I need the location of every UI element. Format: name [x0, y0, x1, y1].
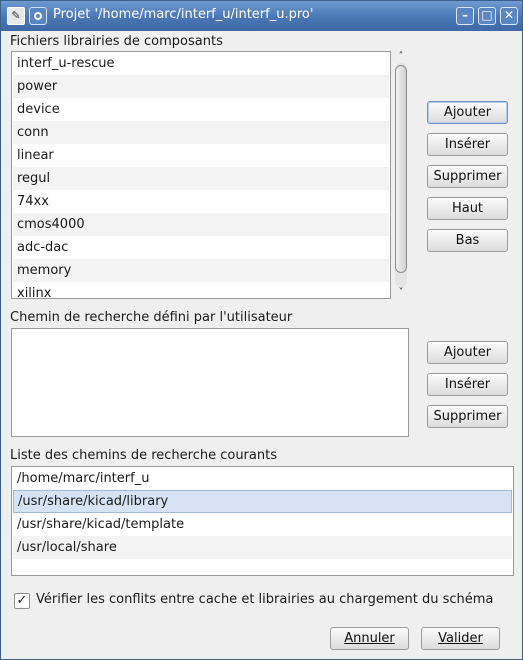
maximize-button[interactable]: □: [478, 7, 496, 25]
scroll-thumb[interactable]: [395, 65, 407, 273]
user-paths-list[interactable]: [11, 328, 409, 437]
cancel-button[interactable]: Annuler: [330, 627, 409, 650]
title-bar[interactable]: ✎ Projet '/home/marc/interf_u/interf_u.p…: [1, 1, 522, 31]
cancel-label: Annuler: [344, 631, 395, 646]
libraries-list[interactable]: interf_u-rescue power device conn linear…: [11, 51, 391, 299]
list-item[interactable]: linear: [13, 144, 389, 167]
list-item[interactable]: device: [13, 98, 389, 121]
libraries-label: Fichiers librairies de composants: [10, 34, 223, 49]
list-item[interactable]: /usr/local/share: [13, 536, 512, 559]
list-item[interactable]: regul: [13, 167, 389, 190]
list-item-selected[interactable]: /usr/share/kicad/library: [13, 490, 512, 513]
ok-button[interactable]: Valider: [421, 627, 500, 650]
library-insert-button[interactable]: Insérer: [427, 133, 508, 156]
ok-label: Valider: [438, 631, 483, 646]
list-item[interactable]: conn: [13, 121, 389, 144]
minimize-button[interactable]: –: [456, 7, 474, 25]
list-item[interactable]: memory: [13, 259, 389, 282]
list-item[interactable]: cmos4000: [13, 213, 389, 236]
window-title: Projet '/home/marc/interf_u/interf_u.pro…: [53, 7, 314, 22]
check-conflicts-label[interactable]: Vérifier les conflits entre cache et lib…: [36, 592, 493, 607]
scroll-down-icon[interactable]: ˅: [394, 287, 408, 299]
list-item[interactable]: 74xx: [13, 190, 389, 213]
list-item[interactable]: xilinx: [13, 282, 389, 298]
project-libraries-dialog: ✎ Projet '/home/marc/interf_u/interf_u.p…: [0, 0, 523, 660]
library-remove-button[interactable]: Supprimer: [427, 165, 508, 188]
app-icon[interactable]: ✎: [7, 7, 25, 25]
window-menu-icon[interactable]: [29, 7, 47, 25]
list-item[interactable]: /usr/share/kicad/template: [13, 513, 512, 536]
library-down-button[interactable]: Bas: [427, 229, 508, 252]
user-paths-label: Chemin de recherche défini par l'utilisa…: [10, 310, 293, 325]
path-add-button[interactable]: Ajouter: [427, 341, 508, 364]
path-remove-button[interactable]: Supprimer: [427, 405, 508, 428]
libraries-scrollbar[interactable]: ˄ ˅: [394, 51, 408, 299]
path-insert-button[interactable]: Insérer: [427, 373, 508, 396]
library-up-button[interactable]: Haut: [427, 197, 508, 220]
list-item[interactable]: adc-dac: [13, 236, 389, 259]
list-item[interactable]: /home/marc/interf_u: [13, 467, 512, 490]
current-paths-label: Liste des chemins de recherche courants: [10, 448, 277, 463]
check-conflicts-checkbox[interactable]: ✓: [14, 593, 30, 609]
scroll-up-icon[interactable]: ˄: [394, 51, 408, 63]
close-button[interactable]: ✕: [500, 7, 518, 25]
list-item[interactable]: interf_u-rescue: [13, 52, 389, 75]
library-add-button[interactable]: Ajouter: [427, 101, 508, 124]
current-paths-list[interactable]: /home/marc/interf_u /usr/share/kicad/lib…: [11, 466, 514, 576]
list-item[interactable]: power: [13, 75, 389, 98]
